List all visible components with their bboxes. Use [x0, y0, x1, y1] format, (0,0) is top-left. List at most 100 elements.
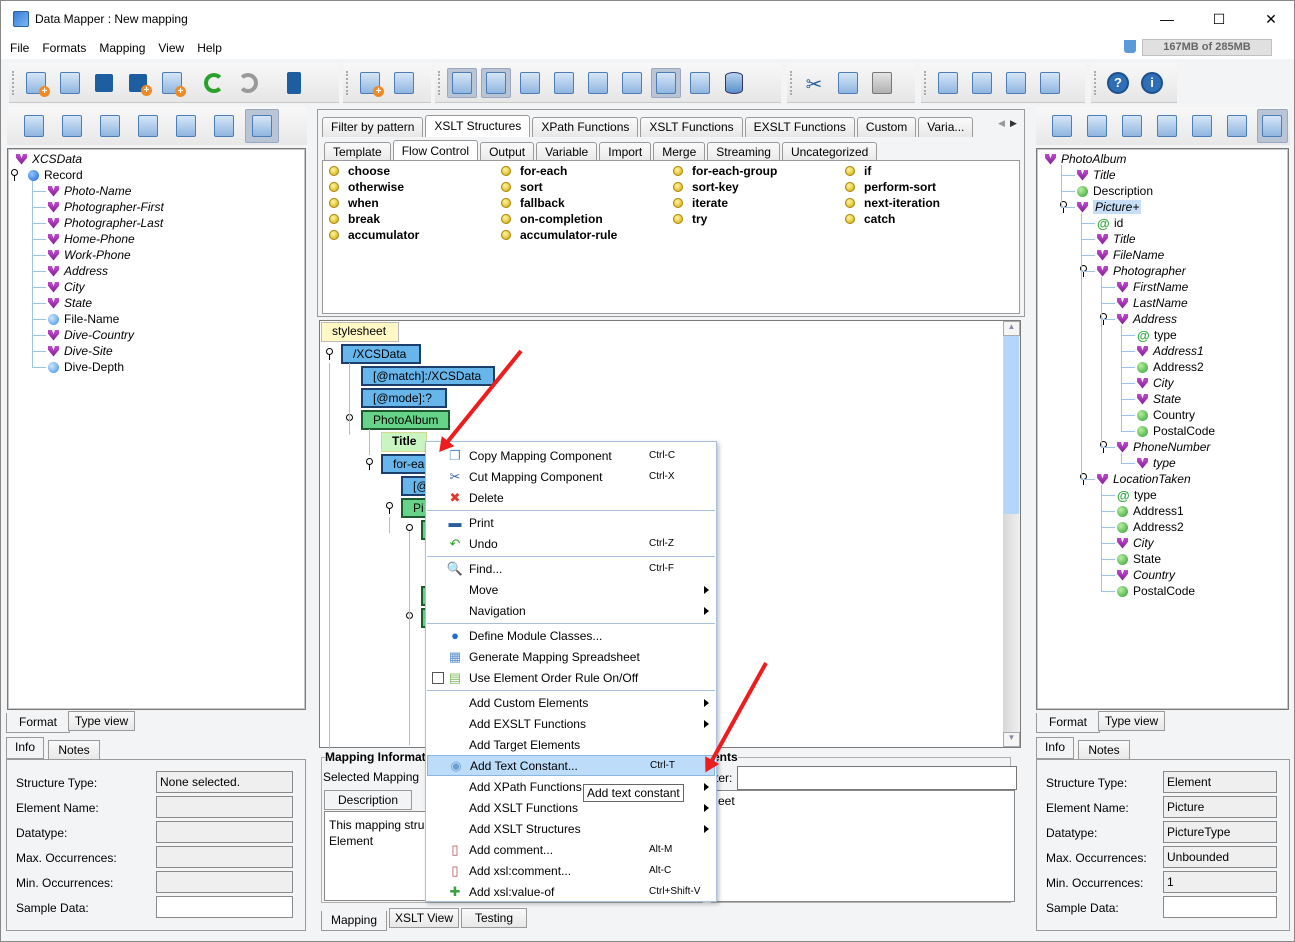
expand-toggle-icon[interactable] [385, 502, 394, 514]
tree-node[interactable]: FirstName [1117, 279, 1188, 295]
palette-subtab[interactable]: Merge [653, 142, 706, 162]
palette-item[interactable]: accumulator-rule [501, 228, 617, 242]
tab-format[interactable]: Format [6, 713, 70, 733]
filter-input[interactable] [737, 766, 1017, 790]
tab-xslt-view[interactable]: XSLT View [389, 908, 459, 928]
about-button[interactable]: i [1137, 68, 1167, 98]
export-xls-button[interactable] [157, 68, 187, 98]
tree-node[interactable]: City [1117, 535, 1154, 551]
mapping-node[interactable]: [@mode]:? [361, 388, 447, 408]
cut-button[interactable]: ✂ [799, 68, 829, 98]
menu-item[interactable]: ✂ Cut Mapping Component Ctrl-X [427, 466, 715, 487]
palette-tab[interactable]: Custom [856, 117, 917, 137]
move-up-button[interactable] [933, 68, 963, 98]
target-note-button[interactable] [1116, 109, 1147, 143]
at-doc-button[interactable] [651, 67, 681, 98]
tab-type-view[interactable]: Type view [68, 711, 135, 731]
source-map-button[interactable] [131, 109, 165, 143]
database-button[interactable] [719, 68, 749, 98]
mapping-settings-button[interactable] [389, 68, 419, 98]
palette-subtab[interactable]: Output [480, 142, 535, 162]
canvas-scrollbar[interactable]: ▲ ▼ [1003, 321, 1020, 747]
target-select-button[interactable] [1256, 109, 1289, 143]
menu-item[interactable]: ▤ Use Element Order Rule On/Off [427, 667, 715, 688]
toolbar-grip[interactable] [346, 71, 349, 95]
tree-node[interactable]: PostalCode [1137, 423, 1215, 439]
palette-subtab[interactable]: Uncategorized [781, 142, 878, 162]
tree-node[interactable]: Photo-Name [48, 183, 131, 199]
garbage-collect-icon[interactable] [1124, 40, 1136, 53]
menu-view[interactable]: View [158, 41, 184, 55]
xml-doc-button[interactable] [617, 68, 647, 98]
tree-node[interactable]: Dive-Depth [48, 359, 124, 375]
tree-node[interactable]: @ id [1097, 215, 1123, 231]
tree-node[interactable]: Dive-Site [48, 343, 113, 359]
tab-type-view[interactable]: Type view [1098, 711, 1165, 731]
menu-item[interactable]: Add Target Elements [427, 734, 715, 755]
palette-subtab[interactable]: Streaming [707, 142, 780, 162]
menu-item[interactable]: ● Define Module Classes... [427, 625, 715, 646]
menu-help[interactable]: Help [197, 41, 222, 55]
tree-node[interactable]: Photographer [1080, 263, 1186, 279]
tree-node[interactable]: Record [11, 167, 83, 183]
menu-item[interactable]: Add EXSLT Functions [427, 713, 715, 734]
tree-node[interactable]: PhotoAlbum [1045, 151, 1126, 167]
tree-node[interactable]: PostalCode [1117, 583, 1195, 599]
tree-node[interactable]: @ type [1137, 327, 1177, 343]
help-button[interactable]: ? [1103, 68, 1133, 98]
palette-tab[interactable]: Filter by pattern [322, 117, 424, 137]
tab-format[interactable]: Format [1036, 713, 1100, 733]
mapping-node[interactable]: stylesheet [321, 322, 399, 342]
exit-button[interactable] [275, 68, 305, 98]
tree-node[interactable]: Title [1097, 231, 1136, 247]
new-mapping-button[interactable] [21, 68, 51, 98]
palette-item[interactable]: choose [329, 164, 390, 178]
toolbar-grip[interactable] [924, 71, 927, 95]
tree-node[interactable]: PhoneNumber [1100, 439, 1210, 455]
element-order-checkbox[interactable] [432, 671, 444, 684]
close-button[interactable]: ✕ [1248, 1, 1294, 37]
tree-node[interactable]: Home-Phone [48, 231, 135, 247]
tree-node[interactable]: type [1137, 455, 1176, 471]
tree-node[interactable]: State [48, 295, 92, 311]
tree-node[interactable]: Photographer-First [48, 199, 164, 215]
info-view-button[interactable] [447, 67, 477, 98]
palette-item[interactable]: next-iteration [845, 196, 940, 210]
tab-notes[interactable]: Notes [1078, 740, 1130, 760]
palette-item[interactable]: try [673, 212, 707, 226]
palette-item[interactable]: break [329, 212, 380, 226]
mapping-node[interactable]: Title [381, 432, 428, 452]
palette-item[interactable]: for-each [501, 164, 567, 178]
palette-item[interactable]: fallback [501, 196, 565, 210]
tree-node[interactable]: LastName [1117, 295, 1188, 311]
palette-item[interactable]: on-completion [501, 212, 603, 226]
tree-node[interactable]: LocationTaken [1080, 471, 1191, 487]
find-source-button[interactable] [55, 109, 89, 143]
tree-node[interactable]: XCSData [16, 151, 82, 167]
palette-subtab[interactable]: Template [324, 142, 391, 162]
expand-toggle-icon[interactable] [325, 348, 334, 360]
toolbar-grip[interactable] [12, 71, 15, 95]
xslt-code-button[interactable] [549, 68, 579, 98]
mapping-node[interactable]: /XCSData [341, 344, 421, 364]
save-button[interactable] [89, 68, 119, 98]
tree-node[interactable]: Picture+ [1060, 199, 1142, 215]
tree-node[interactable]: Address2 [1117, 519, 1184, 535]
tree-node[interactable]: State [1117, 551, 1161, 567]
tree-node[interactable]: Dive-Country [48, 327, 134, 343]
tree-node[interactable]: State [1137, 391, 1181, 407]
tree-node[interactable]: City [48, 279, 85, 295]
menu-file[interactable]: File [10, 41, 29, 55]
menu-item[interactable]: ✖ Delete [427, 487, 715, 508]
toolbar-grip[interactable] [790, 71, 793, 95]
tree-node[interactable]: Country [1137, 407, 1195, 423]
import-source-button[interactable] [17, 109, 51, 143]
move-left-button[interactable] [967, 68, 997, 98]
tab-mapping[interactable]: Mapping [321, 911, 387, 931]
menu-item[interactable]: ◉ Add Text Constant... Ctrl-T [427, 755, 715, 776]
tab-info[interactable]: Info [6, 737, 44, 759]
menu-item[interactable]: Move [427, 579, 715, 600]
maximize-button[interactable]: ☐ [1196, 1, 1242, 37]
element-order-button[interactable] [685, 68, 715, 98]
mapping-node[interactable]: [@match]:/XCSData [361, 366, 495, 386]
